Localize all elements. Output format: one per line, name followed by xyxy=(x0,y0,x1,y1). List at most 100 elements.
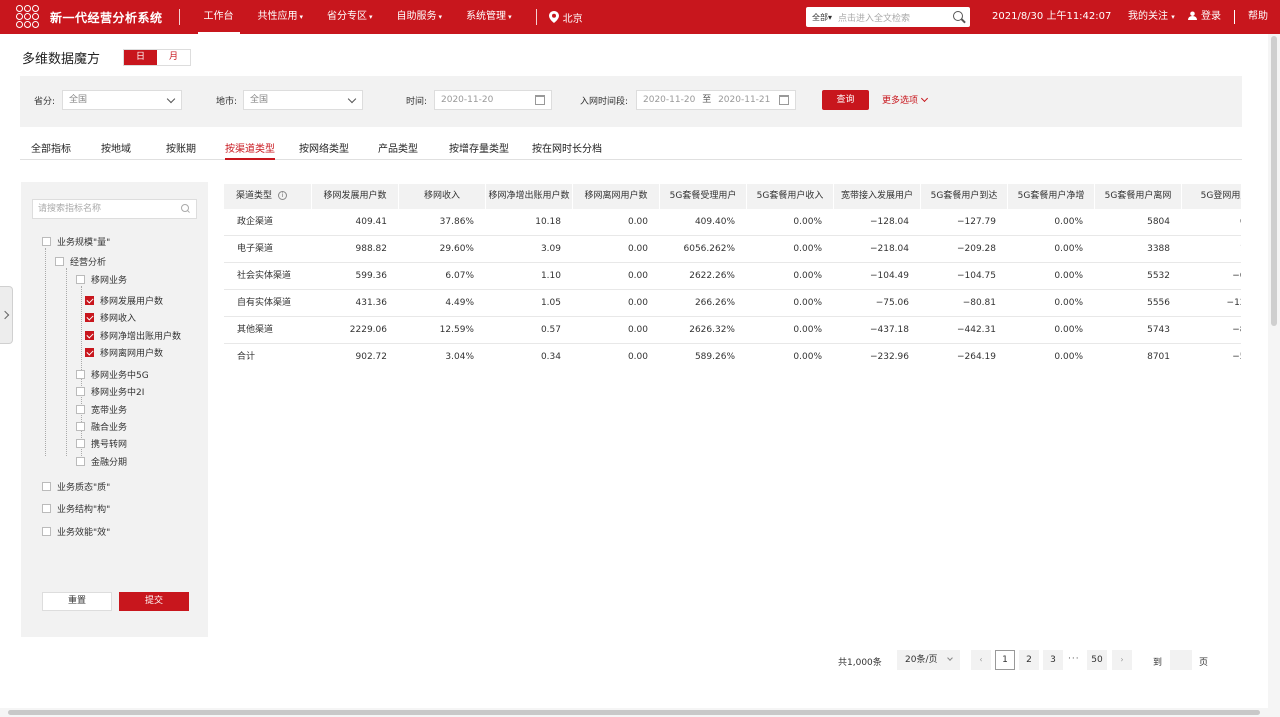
tree-node-fusion[interactable]: 融合业务 xyxy=(76,419,127,433)
expand-panel-handle[interactable] xyxy=(0,286,13,344)
global-search[interactable]: 全部▾ 点击进入全文检索 xyxy=(806,7,970,27)
search-icon[interactable] xyxy=(952,10,966,24)
metric-search-input[interactable]: 请搜索指标名称 xyxy=(32,199,197,219)
tree-node-mobile-5g[interactable]: 移网业务中5G xyxy=(76,367,149,381)
tree-node-portability[interactable]: 携号转网 xyxy=(76,436,127,450)
column-header[interactable]: 移网发展用户数 xyxy=(312,184,399,209)
column-header[interactable]: 移网收入 xyxy=(399,184,486,209)
time-date-picker[interactable]: 2020-11-20 xyxy=(434,90,552,110)
tree-node-scale[interactable]: 业务规模"量" xyxy=(42,234,110,248)
tree-node-mobile-churn[interactable]: 移网离网用户数 xyxy=(85,345,163,359)
goto-page-input[interactable] xyxy=(1170,650,1192,670)
vertical-scrollbar[interactable] xyxy=(1268,34,1280,717)
tree-node-mobile-income[interactable]: 移网收入 xyxy=(85,310,136,324)
reset-button[interactable]: 重置 xyxy=(42,592,112,611)
row-channel-name: 合计 xyxy=(237,352,256,362)
more-options-label: 更多选项 xyxy=(882,96,919,106)
page-button-2[interactable]: 2 xyxy=(1019,650,1039,670)
toggle-day[interactable]: 日 xyxy=(124,50,157,65)
checkbox[interactable] xyxy=(42,503,51,513)
tree-node-mobile-2i[interactable]: 移网业务中2I xyxy=(76,384,144,398)
tree-node-mobile[interactable]: 移网业务 xyxy=(76,272,127,286)
tree-node-mobile-net-add[interactable]: 移网净增出账用户数 xyxy=(85,328,181,342)
tab-by-stock-type[interactable]: 按增存量类型 xyxy=(449,140,509,160)
checkbox-checked[interactable] xyxy=(85,295,94,305)
checkbox[interactable] xyxy=(42,526,51,536)
province-select[interactable]: 全国 xyxy=(62,90,182,110)
scroll-thumb[interactable] xyxy=(8,710,1260,715)
scroll-thumb[interactable] xyxy=(1271,36,1277,326)
query-button[interactable]: 查询 xyxy=(822,90,869,110)
column-header[interactable]: 移网离网用户数 xyxy=(573,184,660,209)
column-header[interactable]: 5G套餐用户到达 xyxy=(921,184,1008,209)
tab-product-type[interactable]: 产品类型 xyxy=(378,140,418,160)
table-cell: 599.36 xyxy=(355,271,388,281)
tree-label: 移网收入 xyxy=(100,313,137,324)
nav-workbench[interactable]: 工作台 xyxy=(196,0,242,34)
checkbox[interactable] xyxy=(76,421,85,431)
checkbox-checked[interactable] xyxy=(85,330,94,340)
help-link[interactable]: 帮助 xyxy=(1248,0,1268,34)
tree-node-broadband[interactable]: 宽带业务 xyxy=(76,402,127,416)
tab-by-network[interactable]: 按网络类型 xyxy=(299,140,349,160)
table-cell: −209.28 xyxy=(956,244,996,254)
tree-node-efficiency[interactable]: 业务效能"效" xyxy=(42,524,110,538)
tree-node-mobile-users[interactable]: 移网发展用户数 xyxy=(85,293,163,307)
column-header[interactable]: 5G套餐用户收入 xyxy=(747,184,834,209)
page-size-select[interactable]: 20条/页 xyxy=(897,650,960,670)
tab-by-channel[interactable]: 按渠道类型 xyxy=(225,140,275,160)
checkbox[interactable] xyxy=(76,404,85,414)
info-icon[interactable]: i xyxy=(278,191,288,200)
tree-line xyxy=(66,268,67,456)
submit-button[interactable]: 提交 xyxy=(119,592,189,611)
checkbox[interactable] xyxy=(76,369,85,379)
search-input[interactable]: 点击进入全文检索 xyxy=(838,11,952,24)
page-button-3[interactable]: 3 xyxy=(1043,650,1063,670)
tab-by-region[interactable]: 按地域 xyxy=(101,140,131,160)
column-header[interactable]: 移网净增出账用户数 xyxy=(486,184,573,209)
login-link[interactable]: 登录 xyxy=(1188,0,1221,34)
column-header[interactable]: 5G登网用户 xyxy=(1182,184,1241,209)
page-button-1[interactable]: 1 xyxy=(995,650,1015,670)
tree-node-finance[interactable]: 金融分期 xyxy=(76,454,127,468)
page-button-last[interactable]: 50 xyxy=(1087,650,1107,670)
checkbox-checked[interactable] xyxy=(85,347,94,357)
checkbox[interactable] xyxy=(76,274,85,284)
column-header[interactable]: 5G套餐受理用户 xyxy=(660,184,747,209)
join-range-picker[interactable]: 2020-11-20 至 2020-11-21 xyxy=(636,90,796,110)
checkbox[interactable] xyxy=(76,438,85,448)
search-category-select[interactable]: 全部▾ xyxy=(806,12,838,23)
column-header[interactable]: 5G套餐用户净增 xyxy=(1008,184,1095,209)
checkbox[interactable] xyxy=(76,456,85,466)
tab-by-tenure[interactable]: 按在网时长分档 xyxy=(532,140,602,160)
checkbox[interactable] xyxy=(76,386,85,396)
prev-page-button[interactable]: ‹ xyxy=(971,650,991,670)
nav-province-zone[interactable]: 省分专区 ▾ xyxy=(319,0,381,34)
column-header[interactable]: 5G套餐用户离网 xyxy=(1095,184,1182,209)
city-select[interactable]: 全国 xyxy=(243,90,363,110)
column-header[interactable]: 宽带接入发展用户 xyxy=(834,184,921,209)
tab-all-metrics[interactable]: 全部指标 xyxy=(31,140,71,160)
checkbox[interactable] xyxy=(42,236,51,246)
table-cell: 0.00% xyxy=(793,271,822,281)
tab-by-period[interactable]: 按账期 xyxy=(166,140,196,160)
column-header[interactable]: 渠道类型 i xyxy=(224,184,312,209)
total-count: 共1,000条 xyxy=(838,658,882,668)
page-ellipsis[interactable]: ··· xyxy=(1068,654,1080,664)
horizontal-scrollbar[interactable] xyxy=(0,708,1268,717)
toggle-month[interactable]: 月 xyxy=(157,50,190,65)
nav-system-admin[interactable]: 系统管理 ▾ xyxy=(458,0,520,34)
my-follow-menu[interactable]: 我的关注 ▾ xyxy=(1128,0,1175,34)
checkbox[interactable] xyxy=(55,256,64,266)
nav-common-apps[interactable]: 共性应用 ▾ xyxy=(250,0,312,34)
more-options-button[interactable]: 更多选项 xyxy=(882,93,929,106)
tree-node-structure[interactable]: 业务结构"构" xyxy=(42,501,110,515)
column-header-label: 移网净增出账用户数 xyxy=(488,191,570,201)
tree-node-ops[interactable]: 经营分析 xyxy=(55,254,106,268)
nav-self-service[interactable]: 自助服务 ▾ xyxy=(389,0,451,34)
next-page-button[interactable]: › xyxy=(1112,650,1132,670)
city-selector[interactable]: 北京 xyxy=(548,10,583,25)
checkbox[interactable] xyxy=(42,481,51,491)
tree-node-quality[interactable]: 业务质态"质" xyxy=(42,479,110,493)
checkbox-checked[interactable] xyxy=(85,312,94,322)
